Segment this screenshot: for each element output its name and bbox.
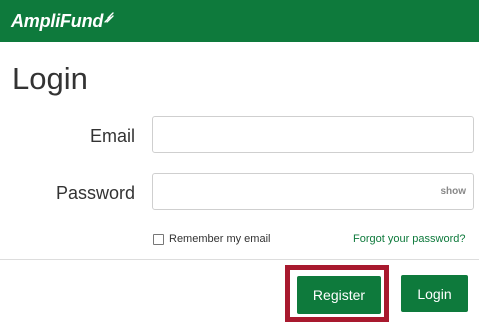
password-field[interactable]: show [152, 173, 474, 210]
login-button[interactable]: Login [401, 275, 468, 312]
signal-lines-icon [104, 12, 114, 23]
amplifund-logo: AmpliFund [11, 11, 114, 31]
email-field[interactable] [152, 116, 474, 153]
remember-email-checkbox[interactable] [153, 233, 164, 245]
remember-email-label: Remember my email [169, 233, 271, 245]
page-title: Login [12, 61, 88, 96]
show-password-toggle[interactable]: show [440, 186, 466, 197]
remember-email[interactable]: Remember my email [153, 233, 270, 245]
forgot-password-link[interactable]: Forgot your password? [353, 233, 466, 245]
email-label: Email [89, 126, 135, 146]
app-header: AmpliFund [0, 0, 479, 42]
password-label: Password [55, 183, 135, 203]
register-button[interactable]: Register [297, 276, 381, 314]
divider [0, 259, 479, 260]
logo-text: AmpliFund [11, 11, 104, 31]
